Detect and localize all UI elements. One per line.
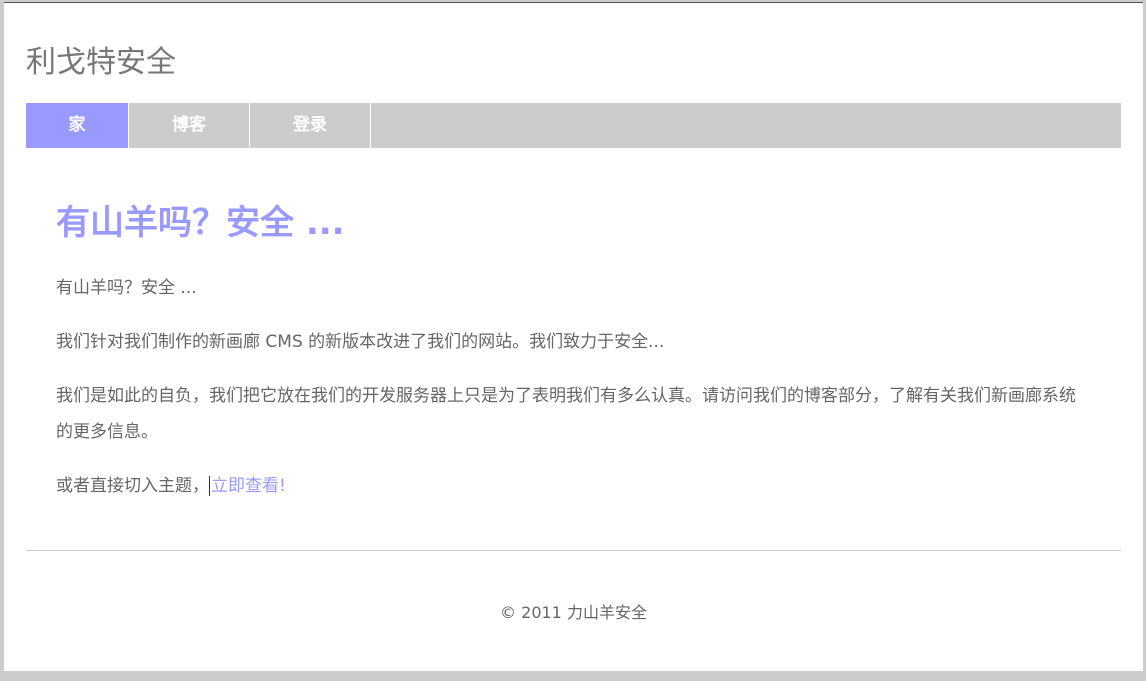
cta-prefix: 或者直接切入主题， xyxy=(56,476,209,496)
nav-item-home[interactable]: 家 xyxy=(26,103,129,148)
text-cursor xyxy=(209,476,210,496)
view-now-link[interactable]: 立即查看! xyxy=(211,476,286,496)
nav-item-blog[interactable]: 博客 xyxy=(129,103,250,148)
main-nav: 家 博客 登录 xyxy=(26,103,1121,148)
site-title: 利戈特安全 xyxy=(26,45,176,80)
nav-item-login[interactable]: 登录 xyxy=(250,103,371,148)
main-content: 有山羊吗？安全 ... 有山羊吗？安全 ... 我们针对我们制作的新画廊 CMS… xyxy=(56,198,1096,496)
page: 利戈特安全 家 博客 登录 有山羊吗？安全 ... 有山羊吗？安全 ... 我们… xyxy=(4,2,1143,671)
footer-divider xyxy=(26,550,1121,551)
paragraph-intro: 有山羊吗？安全 ... xyxy=(56,278,197,298)
footer-copyright: © 2011 力山羊安全 xyxy=(500,603,647,622)
paragraph-cta: 或者直接切入主题， 立即查看! xyxy=(56,468,286,504)
headline: 有山羊吗？安全 ... xyxy=(56,203,345,243)
paragraph-blog-info: 我们是如此的自负，我们把它放在我们的开发服务器上只是为了表明我们有多么认真。请访… xyxy=(56,386,1076,442)
paragraph-update: 我们针对我们制作的新画廊 CMS 的新版本改进了我们的网站。我们致力于安全... xyxy=(56,332,665,352)
